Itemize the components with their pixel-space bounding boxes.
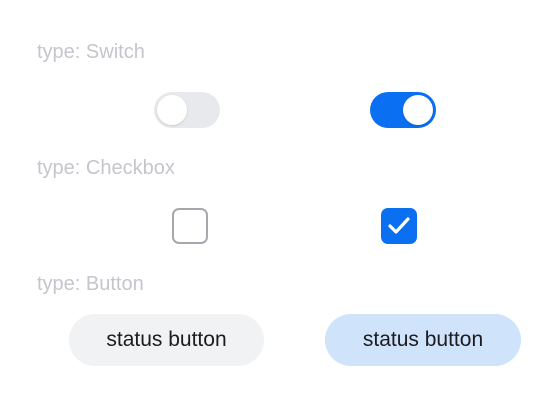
checkbox-checked[interactable]: [381, 208, 417, 244]
switch-knob: [403, 95, 433, 125]
switch-on-toggle[interactable]: [370, 92, 436, 128]
status-controls-demo: { "sections": { "switch": { "label": "ty…: [0, 0, 534, 400]
button-section-label: type: Button: [37, 273, 144, 295]
switch-knob: [157, 95, 187, 125]
switch-off-toggle[interactable]: [154, 92, 220, 128]
status-button-on[interactable]: status button: [325, 314, 521, 366]
check-icon: [388, 217, 410, 234]
switch-section-label: type: Switch: [37, 41, 145, 63]
status-button-off[interactable]: status button: [69, 314, 264, 366]
checkbox-unchecked[interactable]: [172, 208, 208, 244]
checkbox-section-label: type: Checkbox: [37, 157, 175, 179]
status-button-label: status button: [362, 328, 484, 351]
status-button-label: status button: [106, 328, 227, 351]
